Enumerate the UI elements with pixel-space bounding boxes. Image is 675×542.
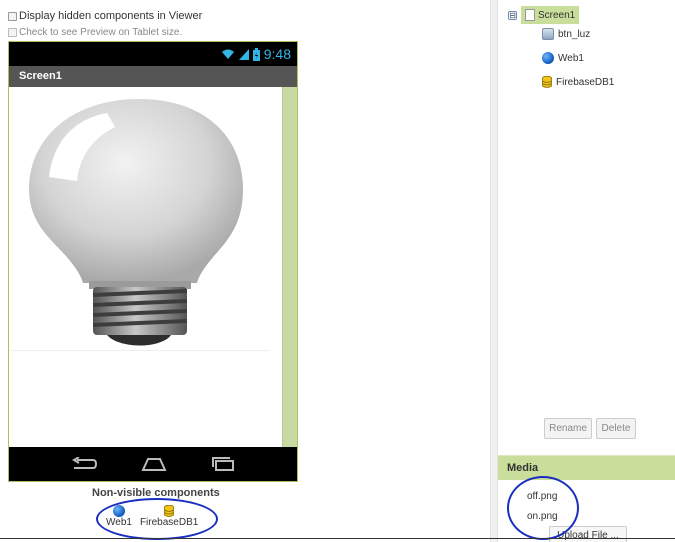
bottom-rule (0, 538, 675, 539)
screen-content (9, 87, 297, 449)
home-icon[interactable] (141, 457, 167, 471)
rename-button[interactable]: Rename (544, 418, 592, 439)
media-title: Media (498, 456, 675, 480)
tree-node-screen1[interactable]: Screen1 (521, 6, 580, 24)
screen-scrollbar[interactable] (282, 87, 297, 449)
status-bar: 9:48 (9, 42, 297, 66)
tree-item-label: Web1 (558, 52, 584, 64)
tree-item-label: FirebaseDB1 (556, 76, 615, 88)
tree-item-btn-luz[interactable]: btn_luz (542, 28, 590, 40)
annotation-circle-nonvisible (96, 498, 218, 540)
tree-item-label: btn_luz (558, 28, 591, 40)
button-icon (542, 28, 554, 40)
wifi-icon (221, 49, 234, 59)
light-bulb-image (29, 99, 243, 346)
panel-divider[interactable] (490, 0, 498, 542)
phone-viewer: 9:48 Screen1 (8, 41, 298, 482)
recents-icon[interactable] (211, 457, 235, 471)
display-hidden-label: Display hidden components in Viewer (19, 10, 203, 22)
tablet-preview-option[interactable]: Check to see Preview on Tablet size. (8, 27, 182, 38)
btn-luz-image[interactable] (11, 91, 269, 351)
delete-button[interactable]: Delete (596, 418, 636, 439)
battery-icon (252, 47, 260, 61)
web-icon (542, 52, 554, 64)
tree-item-web1[interactable]: Web1 (542, 52, 584, 64)
display-hidden-checkbox[interactable] (8, 11, 17, 21)
back-icon[interactable] (71, 457, 97, 471)
components-tree: ⊟ Screen1 btn_luz Web1 FirebaseDB1 (498, 0, 675, 450)
tree-node-label: Screen1 (538, 9, 576, 21)
status-time: 9:48 (263, 46, 291, 62)
tablet-preview-checkbox[interactable] (8, 28, 17, 37)
tablet-preview-label: Check to see Preview on Tablet size. (19, 27, 183, 38)
screen-title-bar: Screen1 (9, 66, 297, 87)
page-icon (525, 9, 535, 21)
annotation-circle-media (507, 476, 579, 540)
display-hidden-option[interactable]: Display hidden components in Viewer (8, 10, 202, 22)
signal-icon (238, 49, 249, 60)
tree-item-screen1[interactable]: ⊟ Screen1 (508, 6, 580, 24)
nav-bar (9, 447, 297, 481)
collapse-toggle-icon[interactable]: ⊟ (508, 10, 517, 20)
tree-item-firebasedb1[interactable]: FirebaseDB1 (542, 76, 614, 88)
database-icon (542, 76, 552, 88)
